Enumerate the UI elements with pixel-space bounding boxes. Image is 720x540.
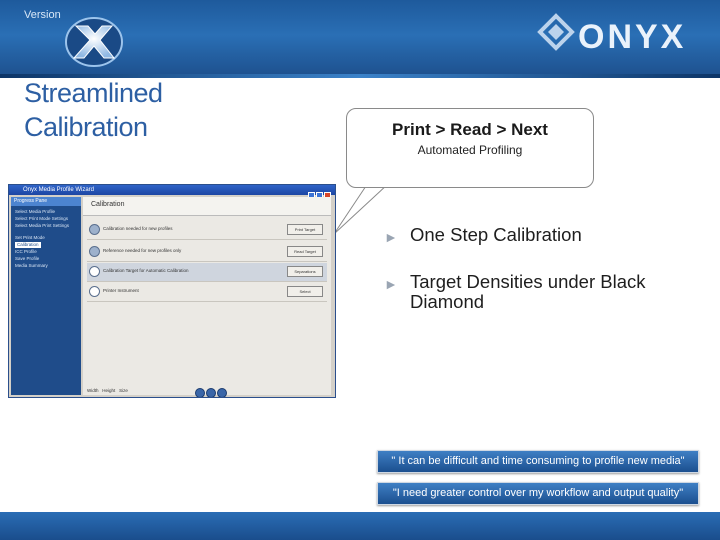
callout-subheading: Automated Profiling [417,143,523,157]
step-icon [89,224,100,235]
row-label: Calibration Target for Automatic Calibra… [103,268,189,273]
sidebar-item: ICC Profile [15,249,37,254]
sidebar-item: Media Summary [15,263,48,268]
bullet-text: Target Densities under Black Diamond [410,271,646,312]
quote-bar: "I need greater control over my workflow… [377,482,699,505]
row-label: Printer Instrument [103,288,139,293]
sidebar-item-selected: Calibration [15,242,41,248]
triangle-bullet-icon: ► [384,276,398,292]
footer-option: Height [102,388,116,393]
panel-title: Calibration [91,201,125,208]
footer-option: Width [87,388,99,393]
window-titlebar: Onyx Media Profile Wizard [9,185,335,199]
app-screenshot: Onyx Media Profile Wizard Progress Pane … [8,184,336,398]
bullet-text: One Step Calibration [410,224,582,245]
wizard-row: Reference needed for new profiles only R… [87,243,327,262]
window-title: Onyx Media Profile Wizard [23,187,95,193]
row-button: Print Target [287,224,323,235]
wizard-row: Calibration needed for new profiles Prin… [87,221,327,240]
header-band: Version ONYX [0,0,720,78]
callout-heading: Print > Read > Next [392,120,548,139]
back-icon [195,388,205,397]
row-label: Reference needed for new profiles only [103,248,182,253]
quote-bar: " It can be difficult and time consuming… [377,450,699,473]
progress-sidebar: Progress Pane Select Media Profile Selec… [11,197,81,395]
finish-icon [217,388,227,397]
wizard-nav [195,385,228,397]
row-label: Calibration needed for new profiles [103,226,173,231]
sidebar-item: Set Print Mode [15,235,45,240]
x-logo-icon [65,17,123,67]
wizard-row: Calibration Target for Automatic Calibra… [87,263,327,282]
sidebar-item: Save Profile [15,256,40,261]
footer-option: Size [119,388,128,393]
panel-header: Calibration [83,197,331,216]
footer-options: Width Height Size [87,388,128,393]
sidebar-item: Select Media Profile [15,209,56,214]
radio-icon [89,286,100,297]
footer-band [0,512,720,540]
step-icon [89,246,100,257]
wizard-row: Printer Instrument Select [87,283,327,302]
wizard-panel: Calibration Calibration needed for new p… [83,197,331,397]
callout-box: Print > Read > Next Automated Profiling [346,108,594,188]
title-line-2: Calibration [24,112,148,142]
sidebar-header: Progress Pane [11,197,81,206]
triangle-bullet-icon: ► [384,229,398,245]
row-button: Separations [287,266,323,277]
row-button: Read Target [287,246,323,257]
brand-name: ONYX [578,18,687,56]
sidebar-item: Select Print Mode Settings [15,216,69,221]
title-line-1: Streamlined [24,78,163,108]
row-button: Select [287,286,323,297]
page-title: Streamlined Calibration [24,76,163,144]
next-icon [206,388,216,397]
radio-icon [89,266,100,277]
sidebar-item: Select Media Print Settings [15,223,70,228]
window-controls [307,186,333,199]
